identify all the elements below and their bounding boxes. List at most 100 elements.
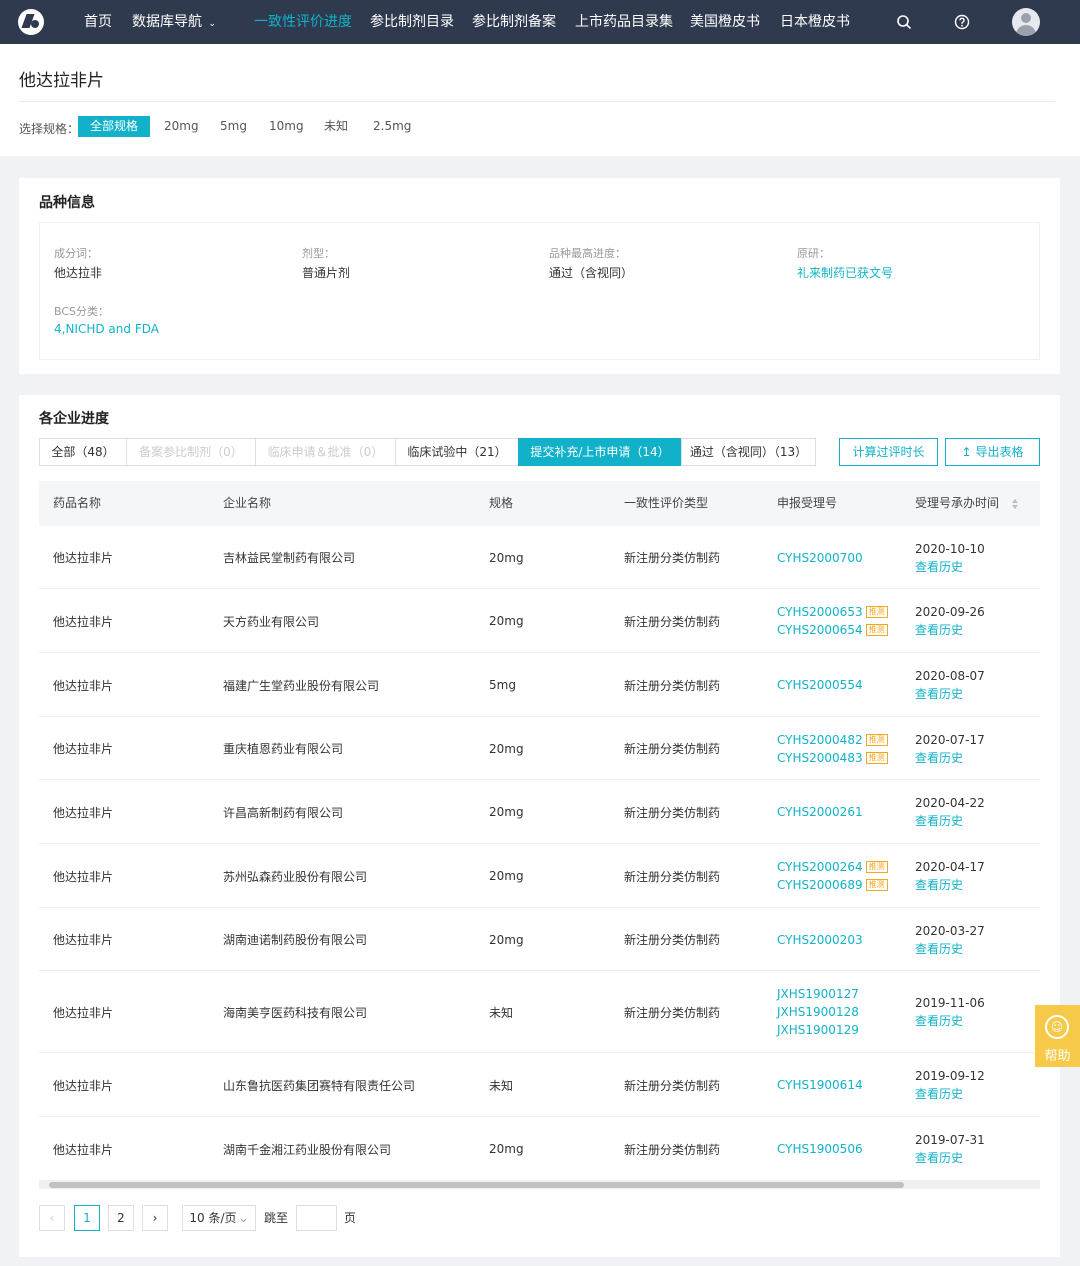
table-row: 他达拉非片 山东鲁抗医药集团赛特有限责任公司 未知 新注册分类仿制药 CYHS19006… — [39, 1053, 1040, 1117]
code-link[interactable]: CYHS2000653 推测 — [777, 603, 888, 621]
table-row: 他达拉非片 吉林益民堂制药有限公司 20mg 新注册分类仿制药 CYHS2000700 2… — [39, 526, 1040, 589]
export-label: 导出表格 — [975, 445, 1024, 459]
nav-reference-catalog[interactable]: 参比制剂目录 — [370, 0, 454, 44]
date-text: 2020-09-26 — [915, 605, 985, 619]
page-size-select[interactable]: 10 条/页 ⌄ — [182, 1205, 256, 1231]
prev-page-button[interactable]: ‹ — [39, 1205, 65, 1231]
bcs-label: BCS分类： — [54, 305, 110, 318]
cell-spec: 20mg — [489, 741, 524, 756]
next-page-button[interactable]: › — [142, 1205, 168, 1231]
view-history-link[interactable]: 查看历史 — [915, 1149, 963, 1167]
view-history-link[interactable]: 查看历史 — [915, 558, 963, 576]
cell-date: 2019-09-12 查看历史 — [915, 1053, 985, 1117]
search-icon[interactable] — [896, 14, 912, 30]
tab-reference-filing[interactable]: 备案参比制剂（0） — [126, 438, 256, 466]
cell-spec: 20mg — [489, 869, 524, 883]
spec-all[interactable]: 全部规格 — [78, 116, 151, 137]
variety-title: 品种信息 — [39, 195, 95, 211]
original-link[interactable]: 礼来制药已获文号 — [797, 264, 893, 281]
cell-company: 湖南迪诺制药股份有限公司 — [223, 933, 368, 947]
code-link[interactable]: CYHS2000554 — [777, 676, 863, 694]
cell-date: 2020-08-07 查看历史 — [915, 653, 985, 717]
spec-20mg[interactable]: 20mg — [164, 116, 199, 137]
tab-clinical-trial[interactable]: 临床试验中（21） — [395, 438, 519, 466]
goto-label: 跳至 — [264, 1211, 289, 1225]
code-text: JXHS1900128 — [777, 1005, 859, 1019]
tab-all[interactable]: 全部（48） — [39, 438, 127, 466]
cell-type: 新注册分类仿制药 — [624, 1005, 721, 1020]
spec-2-5mg[interactable]: 2.5mg — [373, 116, 411, 137]
original-label: 原研： — [797, 247, 830, 260]
view-history-link[interactable]: 查看历史 — [915, 1085, 963, 1103]
nav-home[interactable]: 首页 — [84, 0, 112, 44]
view-history-link[interactable]: 查看历史 — [915, 940, 963, 958]
view-history-link[interactable]: 查看历史 — [915, 812, 963, 830]
tab-submitted[interactable]: 提交补充/上市申请（14） — [518, 438, 682, 466]
spec-10mg[interactable]: 10mg — [269, 116, 304, 137]
horizontal-scrollbar[interactable] — [39, 1181, 1040, 1189]
table-row: 他达拉非片 湖南千金湘江药业股份有限公司 20mg 新注册分类仿制药 CYHS19005… — [39, 1117, 1040, 1181]
col-drug: 药品名称 — [53, 496, 102, 510]
code-link[interactable]: JXHS1900128 — [777, 1003, 859, 1021]
logo[interactable] — [18, 9, 44, 35]
code-link[interactable]: CYHS1900506 — [777, 1140, 863, 1158]
cell-date: 2019-07-31 查看历史 — [915, 1117, 985, 1181]
cell-company: 重庆植恩药业有限公司 — [223, 742, 344, 756]
nav-us-orange-book[interactable]: 美国橙皮书 — [690, 0, 760, 44]
cell-company: 山东鲁抗医药集团赛特有限责任公司 — [223, 1078, 416, 1093]
view-history-link[interactable]: 查看历史 — [915, 749, 963, 767]
help-widget[interactable]: ☺ 帮助 — [1035, 1005, 1080, 1067]
cell-drug: 他达拉非片 — [53, 678, 114, 693]
cell-drug: 他达拉非片 — [53, 1005, 114, 1020]
help-label: 帮助 — [1044, 1049, 1071, 1064]
export-button[interactable]: ↥ 导出表格 — [945, 438, 1040, 466]
table-row: 他达拉非片 海南美亨医药科技有限公司 未知 新注册分类仿制药 JXHS1900127 JX… — [39, 971, 1040, 1053]
date-text: 2020-08-07 — [915, 669, 985, 683]
code-link[interactable]: CYHS2000203 — [777, 931, 863, 949]
code-link[interactable]: CYHS2000483 推测 — [777, 749, 888, 767]
nav-jp-orange-book[interactable]: 日本橙皮书 — [780, 0, 850, 44]
code-link[interactable]: CYHS2000482 推测 — [777, 731, 888, 749]
date-text: 2019-11-06 — [915, 996, 985, 1010]
code-link[interactable]: JXHS1900127 — [777, 985, 859, 1003]
page-1-button[interactable]: 1 — [74, 1205, 100, 1231]
question-icon[interactable] — [954, 14, 970, 30]
code-text: JXHS1900129 — [777, 1023, 859, 1037]
code-link[interactable]: CYHS2000654 推测 — [777, 621, 888, 639]
nav-marketed-catalog[interactable]: 上市药品目录集 — [575, 0, 673, 44]
cell-code: JXHS1900127 JXHS1900128 JXHS1900129 — [777, 971, 859, 1053]
guess-badge: 推测 — [865, 606, 888, 618]
sort-icon[interactable] — [1011, 498, 1019, 510]
view-history-link[interactable]: 查看历史 — [915, 621, 963, 639]
spec-5mg[interactable]: 5mg — [220, 116, 247, 137]
spec-unknown[interactable]: 未知 — [324, 116, 348, 137]
bcs-link[interactable]: 4,NICHD and FDA — [54, 322, 159, 336]
page-title: 他达拉非片 — [19, 71, 104, 91]
code-link[interactable]: CYHS2000689 推测 — [777, 876, 888, 894]
code-text: CYHS2000700 — [777, 550, 863, 565]
avatar[interactable] — [1012, 8, 1040, 36]
cell-company: 海南美亨医药科技有限公司 — [223, 1005, 368, 1020]
cell-type: 新注册分类仿制药 — [624, 933, 721, 947]
goto-input[interactable] — [296, 1205, 337, 1231]
view-history-link[interactable]: 查看历史 — [915, 876, 963, 894]
nav-database[interactable]: 数据库导航 ⌄ — [132, 0, 216, 44]
code-link[interactable]: CYHS2000264 推测 — [777, 858, 888, 876]
scrollbar-thumb[interactable] — [49, 1182, 904, 1188]
code-link[interactable]: CYHS2000261 — [777, 803, 863, 821]
chevron-down-icon: ⌄ — [208, 19, 216, 29]
calc-duration-button[interactable]: 计算过评时长 — [839, 438, 938, 466]
code-link[interactable]: JXHS1900129 — [777, 1021, 859, 1039]
tab-passed[interactable]: 通过（含视同）（13） — [681, 438, 816, 466]
view-history-link[interactable]: 查看历史 — [915, 1012, 963, 1030]
nav-consistency[interactable]: 一致性评价进度 — [254, 0, 352, 44]
col-date[interactable]: 受理号承办时间 — [915, 481, 1019, 526]
code-link[interactable]: CYHS2000700 — [777, 549, 863, 567]
nav-reference-filing[interactable]: 参比制剂备案 — [472, 0, 556, 44]
page-2-button[interactable]: 2 — [108, 1205, 134, 1231]
view-history-link[interactable]: 查看历史 — [915, 685, 963, 703]
cell-spec: 20mg — [489, 932, 524, 947]
cell-drug: 他达拉非片 — [53, 551, 114, 565]
tab-clinical-application[interactable]: 临床申请＆批准（0） — [255, 438, 396, 466]
code-link[interactable]: CYHS1900614 — [777, 1076, 863, 1094]
